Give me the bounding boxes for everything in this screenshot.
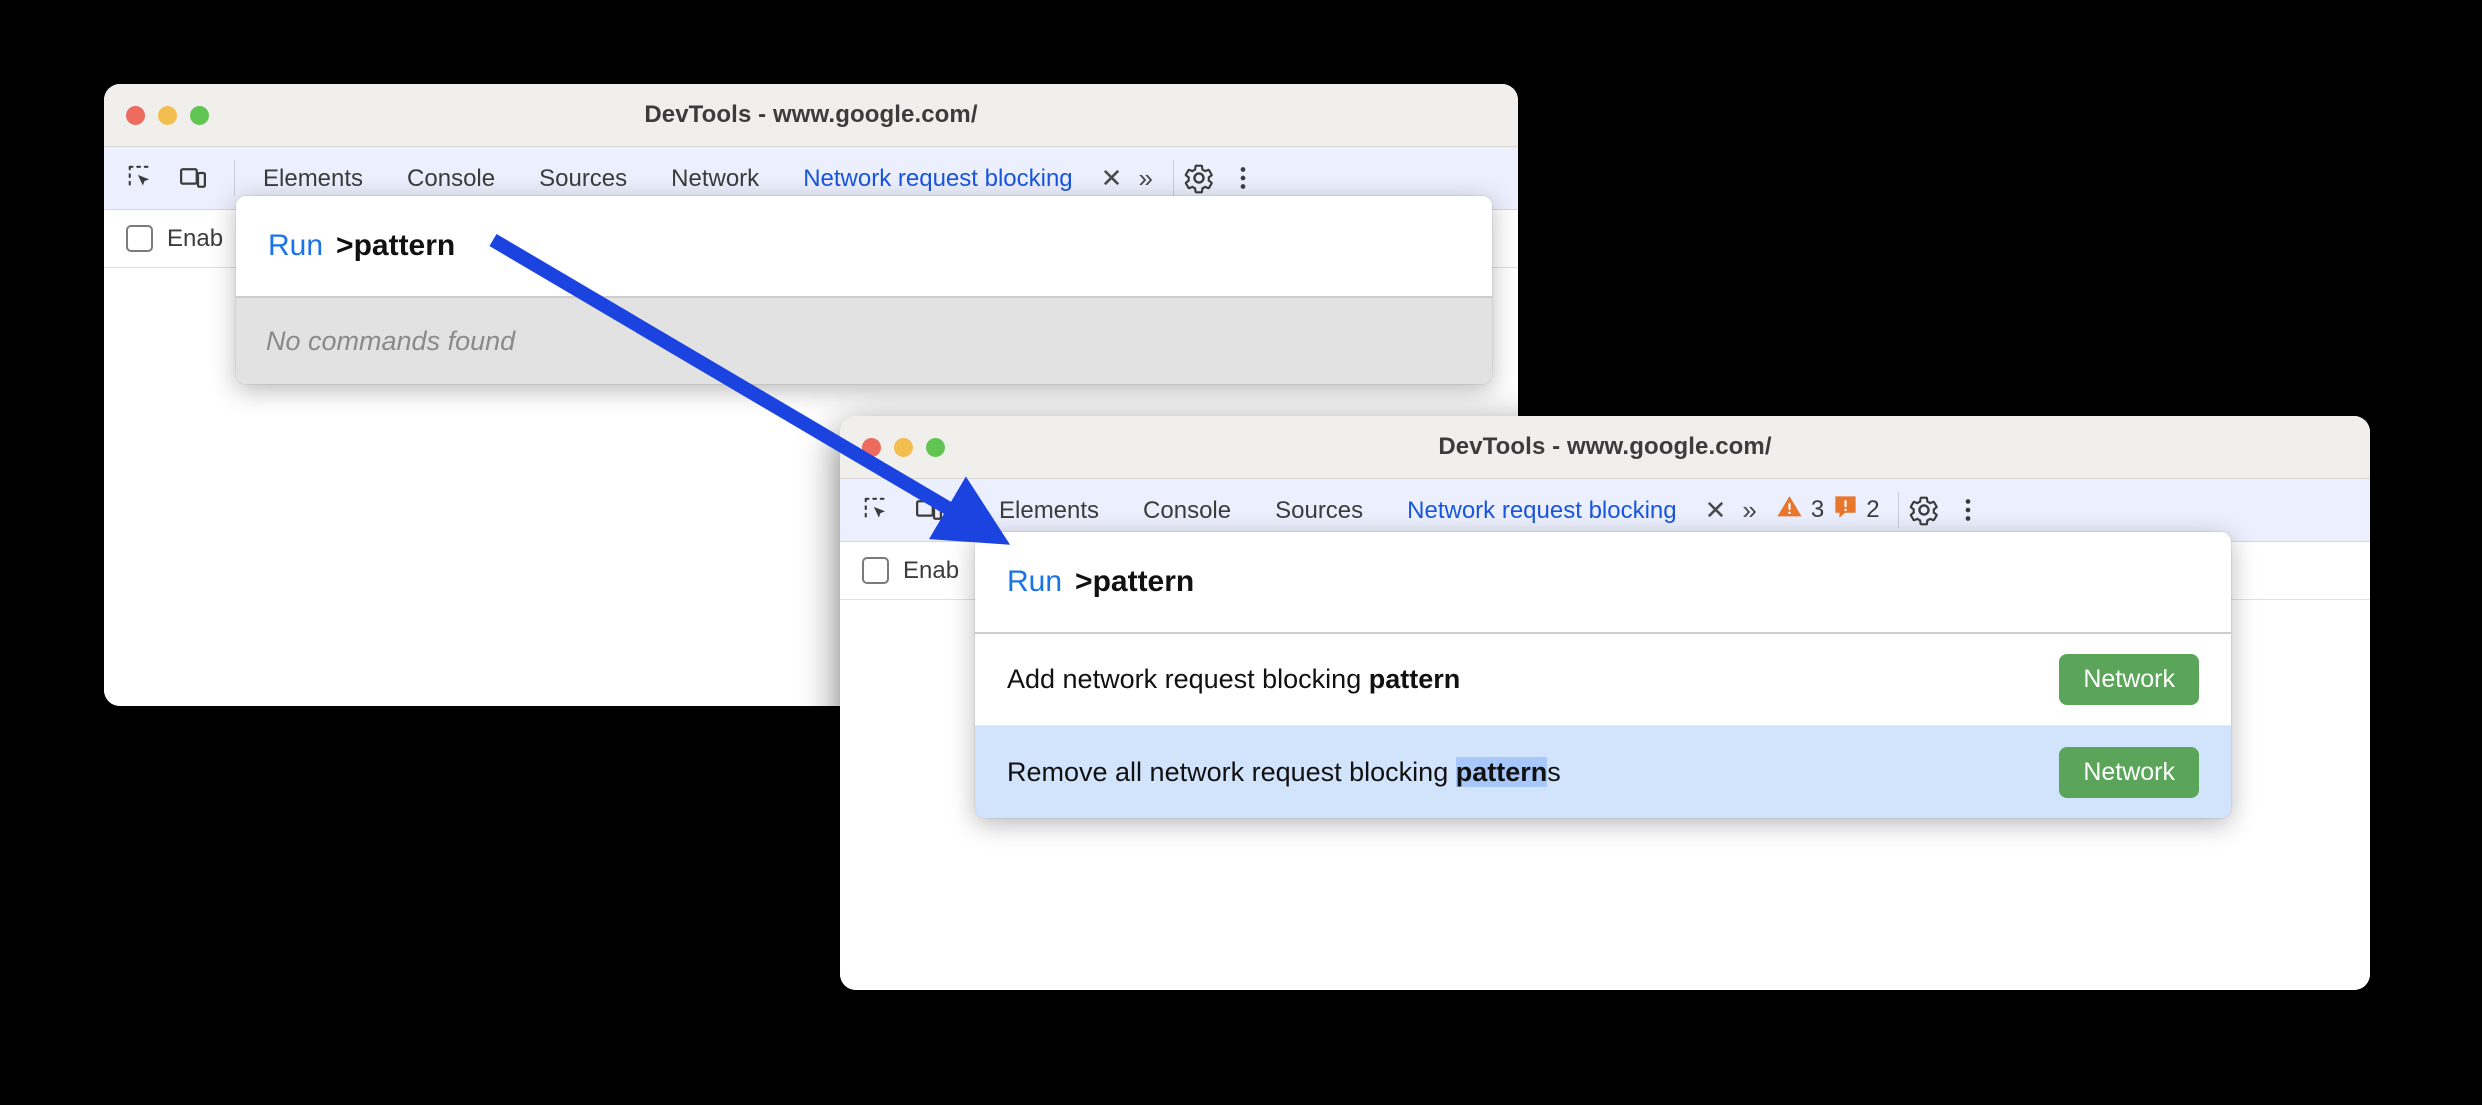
window-title: DevTools - www.google.com/ [644, 101, 978, 128]
warning-count: 3 [1810, 496, 1825, 523]
command-palette-run-prefix: Run [268, 229, 324, 262]
inspect-element-icon[interactable] [858, 491, 896, 529]
command-palette-query: >pattern [336, 229, 456, 262]
tabstrip-right-tools[interactable] [1905, 491, 2007, 529]
close-button[interactable] [126, 105, 145, 125]
error-badge[interactable]: 2 [1832, 493, 1880, 527]
command-palette-input[interactable]: Run >pattern [975, 532, 2231, 634]
command-result-label: Remove all network request blocking patt… [1007, 756, 1561, 788]
command-palette-bottom[interactable]: Run >pattern Add network request blockin… [975, 532, 2231, 818]
traffic-light-group[interactable] [862, 437, 945, 457]
warning-badge[interactable]: 3 [1775, 492, 1824, 528]
window-title: DevTools - www.google.com/ [1438, 433, 1772, 460]
enable-request-blocking-checkbox[interactable] [862, 557, 889, 584]
close-tab-icon[interactable]: ✕ [1095, 165, 1129, 191]
device-toolbar-icon[interactable] [910, 491, 948, 529]
enable-request-blocking-checkbox[interactable] [126, 225, 153, 252]
settings-gear-icon[interactable] [1905, 491, 1943, 529]
result-text-before: Remove all network request blocking [1007, 756, 1456, 787]
command-result-row[interactable]: Add network request blocking pattern Net… [975, 634, 2231, 726]
tabstrip-right-tools[interactable] [1180, 159, 1282, 197]
enable-request-blocking-label: Enab [903, 556, 960, 584]
screenshot-stage: DevTools - www.google.com/ Elements Cons… [0, 0, 2482, 1105]
toolbar-divider [234, 160, 235, 196]
close-tab-icon[interactable]: ✕ [1699, 497, 1733, 523]
traffic-light-group[interactable] [126, 105, 209, 125]
settings-gear-icon[interactable] [1180, 159, 1218, 197]
result-text-match: pattern [1455, 756, 1548, 787]
more-tabs-icon[interactable]: » [1732, 495, 1770, 526]
tabstrip-divider [1172, 160, 1174, 196]
inspect-element-icon[interactable] [122, 159, 160, 197]
command-result-tag: Network [2059, 746, 2199, 798]
minimize-button[interactable] [894, 437, 913, 457]
maximize-button[interactable] [926, 437, 945, 457]
devtools-tool-icons[interactable] [858, 491, 964, 529]
command-palette-query: >pattern [1075, 565, 1195, 598]
more-tabs-icon[interactable]: » [1128, 163, 1166, 194]
error-count: 2 [1866, 496, 1880, 523]
result-text-before: Add network request blocking [1007, 664, 1369, 694]
command-result-tag: Network [2059, 654, 2199, 705]
command-palette-results[interactable]: Add network request blocking pattern Net… [975, 634, 2231, 818]
result-text-after: s [1547, 756, 1561, 787]
command-result-row[interactable]: Remove all network request blocking patt… [975, 726, 2231, 818]
command-result-label: Add network request blocking pattern [1007, 664, 1460, 695]
devtools-tool-icons[interactable] [122, 159, 228, 197]
warning-triangle-icon [1775, 492, 1804, 528]
maximize-button[interactable] [190, 105, 209, 125]
tabstrip-divider [1897, 492, 1899, 528]
window-titlebar: DevTools - www.google.com/ [104, 84, 1518, 147]
more-options-icon[interactable] [1224, 159, 1262, 197]
error-badge-icon [1832, 493, 1859, 527]
command-palette-input[interactable]: Run >pattern [236, 196, 1492, 298]
command-palette-top[interactable]: Run >pattern No commands found [236, 196, 1492, 384]
result-text-match: pattern [1368, 664, 1461, 694]
close-button[interactable] [862, 437, 881, 457]
window-titlebar: DevTools - www.google.com/ [840, 416, 2370, 479]
issue-badges[interactable]: 3 2 [1775, 492, 1880, 528]
device-toolbar-icon[interactable] [174, 159, 212, 197]
minimize-button[interactable] [158, 105, 177, 125]
more-options-icon[interactable] [1949, 491, 1987, 529]
command-palette-empty-message: No commands found [236, 298, 1492, 384]
enable-request-blocking-label: Enab [167, 224, 224, 252]
toolbar-divider [970, 492, 971, 528]
command-palette-run-prefix: Run [1007, 565, 1063, 598]
